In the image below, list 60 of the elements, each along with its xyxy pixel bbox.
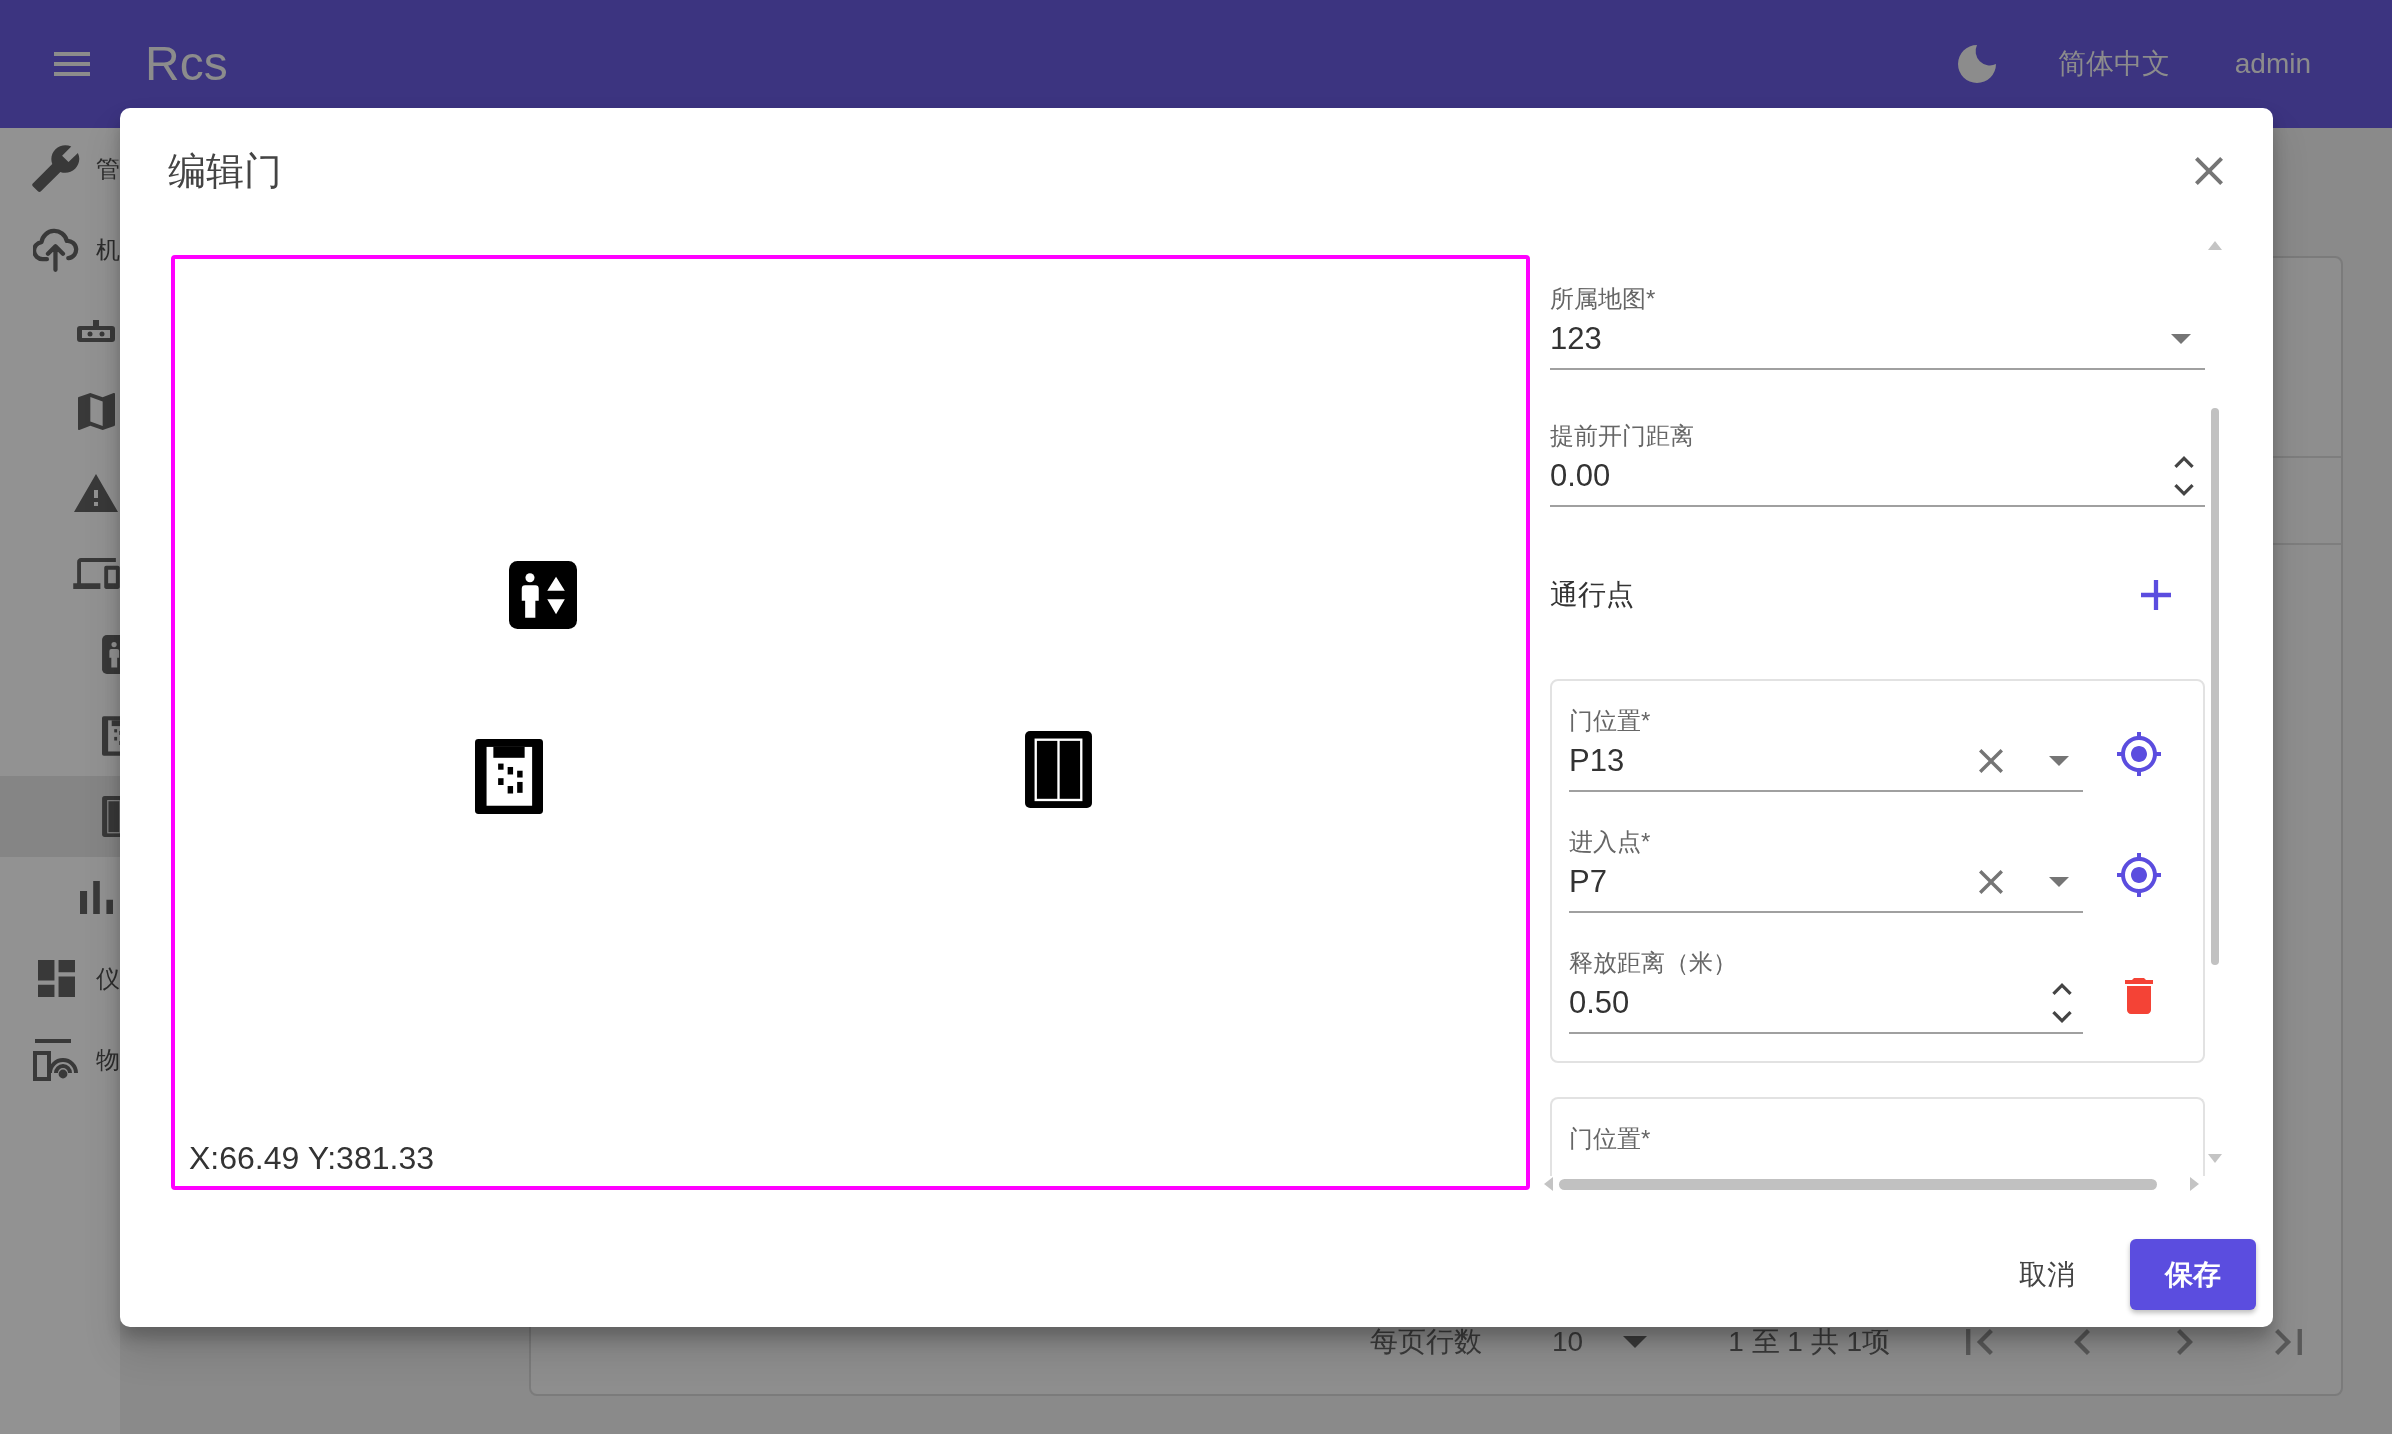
language-selector[interactable]: 简体中文 — [2057, 46, 2170, 82]
close-icon[interactable] — [2195, 157, 2223, 185]
select-field[interactable]: 进入点* P7 — [1569, 827, 2083, 913]
door-icon — [1025, 731, 1092, 808]
select-field[interactable]: 门位置* P13 — [1569, 706, 2083, 792]
page-range-label: 1 至 1 共 1项 — [1728, 1325, 1890, 1359]
last-page-icon[interactable] — [2274, 1329, 2302, 1355]
rows-per-page-select[interactable]: 10 — [1552, 1325, 1648, 1359]
section-title: 通行点 — [1550, 578, 1634, 612]
sidebar-item[interactable]: 物 — [0, 1019, 120, 1100]
door-icon — [102, 796, 120, 837]
dashboard-icon — [37, 960, 75, 997]
dropdown-caret-icon[interactable] — [2049, 756, 2069, 766]
chevron-up-icon[interactable] — [2052, 983, 2072, 995]
moon-icon[interactable] — [1957, 45, 1996, 83]
building-icon — [475, 739, 543, 814]
bar-chart-icon[interactable] — [79, 881, 113, 914]
menu-icon[interactable] — [54, 52, 90, 76]
chevron-down-icon[interactable] — [2174, 484, 2194, 496]
chevron-up-icon[interactable] — [2174, 456, 2194, 468]
clear-icon[interactable] — [1979, 749, 2003, 773]
dialog-title: 编辑门 — [168, 149, 282, 194]
coordinates-label: X:66.49 Y:381.33 — [189, 1139, 434, 1178]
dropdown-caret-icon[interactable] — [2171, 334, 2191, 344]
cancel-button[interactable]: 取消 — [1997, 1239, 2097, 1310]
app-title: Rcs — [145, 36, 228, 92]
previous-page-icon[interactable] — [2074, 1329, 2090, 1355]
chevron-down-icon[interactable] — [2052, 1011, 2072, 1023]
number-field[interactable]: 释放距离（米） 0.50 — [1569, 948, 2083, 1034]
target-icon[interactable] — [2117, 732, 2161, 776]
target-icon[interactable] — [2117, 853, 2161, 897]
elevator-icon — [509, 561, 577, 629]
save-button[interactable]: 保存 — [2130, 1239, 2256, 1310]
building-icon[interactable] — [102, 715, 120, 756]
dropdown-caret-icon[interactable] — [2049, 877, 2069, 887]
number-field[interactable]: 提前开门距离 0.00 — [1550, 421, 2205, 507]
robot-icon[interactable] — [76, 319, 116, 342]
map-icon[interactable] — [77, 393, 115, 430]
scrollbar-thumb[interactable] — [2211, 408, 2219, 965]
cloud-upload-icon — [33, 227, 79, 272]
clear-icon[interactable] — [1979, 870, 2003, 894]
warning-icon[interactable] — [74, 473, 118, 512]
sidebar-item[interactable]: 机 — [0, 209, 120, 290]
elevator-icon[interactable] — [102, 635, 120, 674]
sidebar-item[interactable]: 管 — [0, 128, 120, 209]
select-field[interactable]: 所属地图* 123 — [1550, 284, 2205, 370]
dropdown-caret-icon — [1623, 1336, 1648, 1348]
plus-icon[interactable] — [2141, 580, 2171, 610]
field-label: 门位置* — [1569, 1124, 1652, 1154]
sidebar-item[interactable]: 仪 — [0, 938, 120, 1019]
devices-icon[interactable] — [72, 558, 120, 589]
rows-per-page-label: 每页行数 — [1370, 1325, 1482, 1359]
trash-icon[interactable] — [2125, 978, 2153, 1014]
wireless-signal-icon — [33, 1038, 79, 1081]
next-page-icon[interactable] — [2177, 1329, 2193, 1355]
sidebar-item[interactable] — [0, 776, 120, 857]
user-menu[interactable]: admin — [2234, 46, 2311, 82]
first-page-icon[interactable] — [1965, 1329, 1993, 1355]
scrollbar-thumb[interactable] — [1559, 1178, 2157, 1190]
wrench-icon — [32, 145, 80, 192]
